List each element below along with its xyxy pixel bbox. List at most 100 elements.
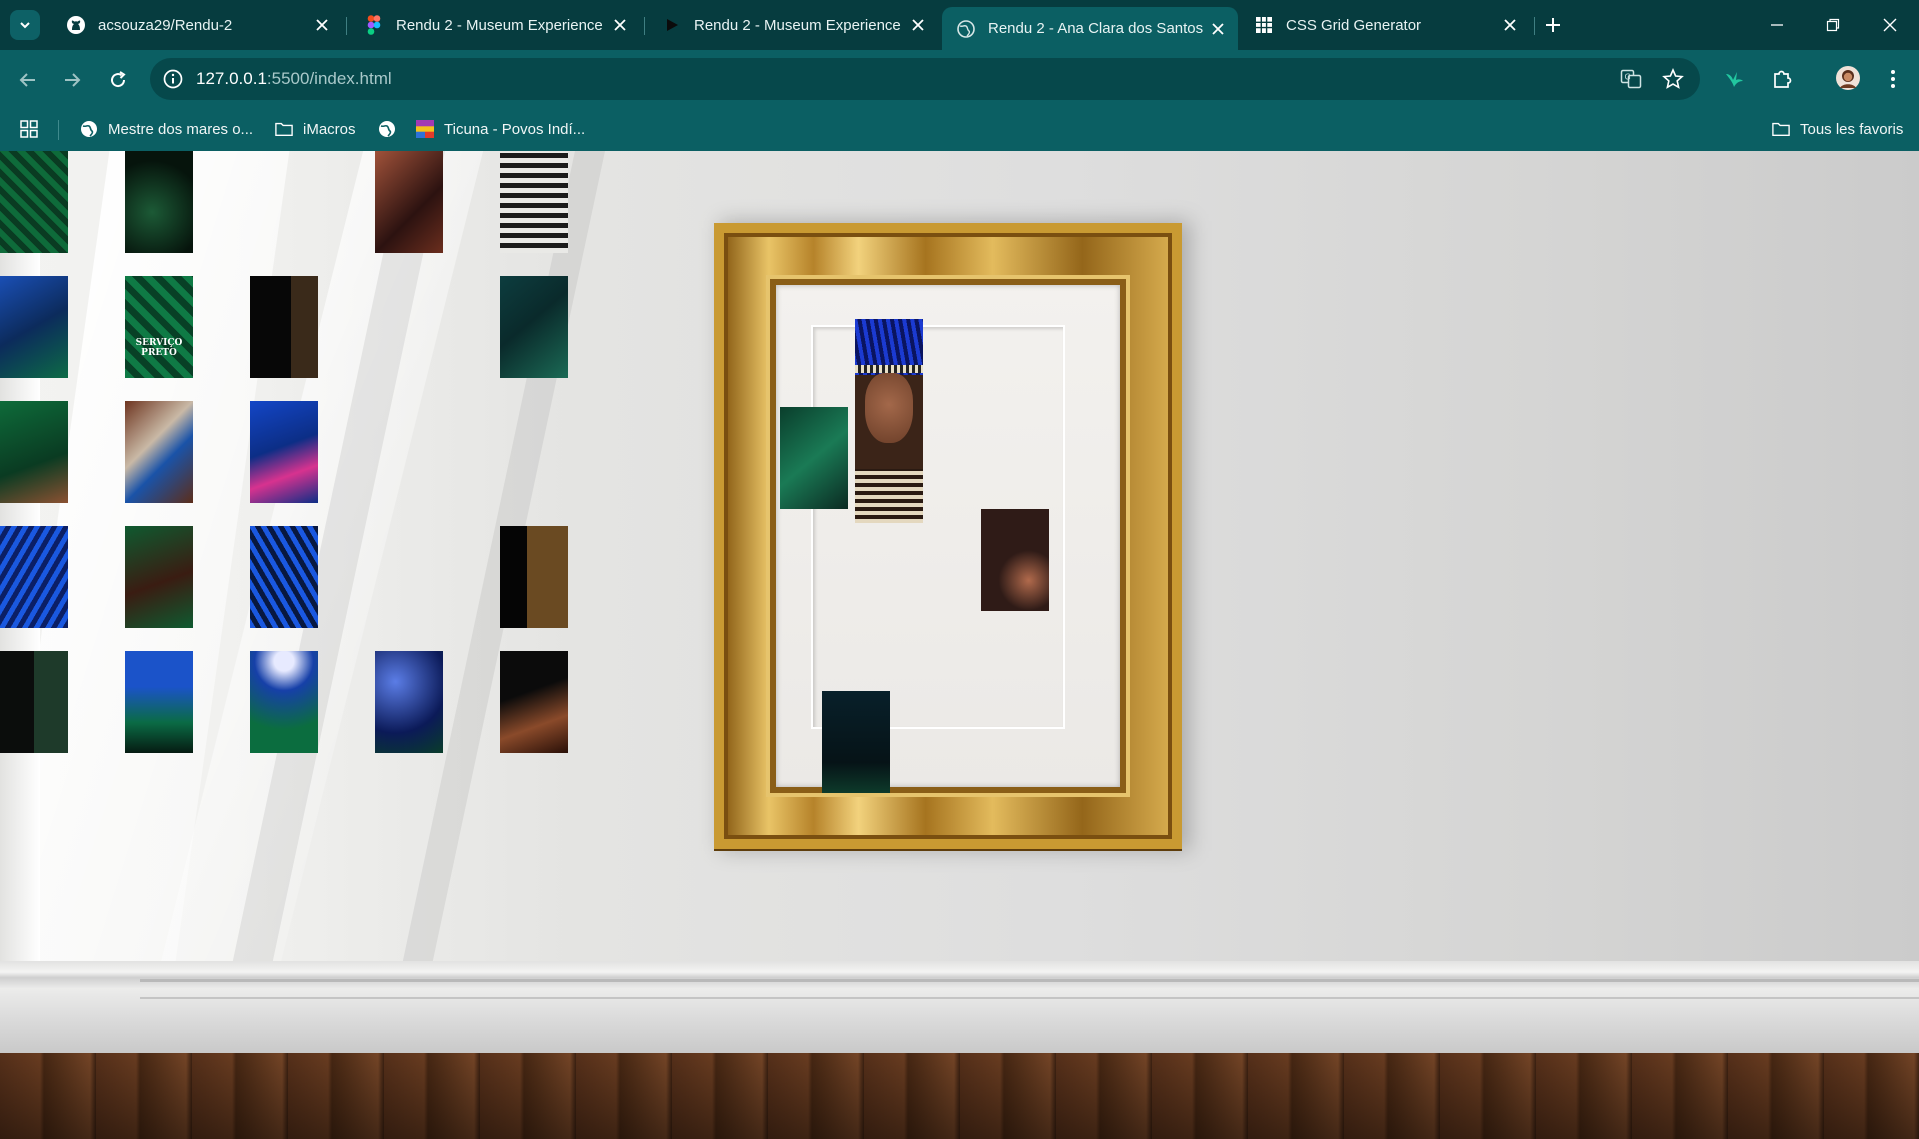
bookmark-label: iMacros xyxy=(303,120,356,138)
tab-strip: acsouza29/Rendu-2 Rendu 2 - Museum Exper… xyxy=(0,0,1919,50)
bookmark-ticuna[interactable]: Ticuna - Povos Indí... xyxy=(416,118,585,140)
close-window-button[interactable] xyxy=(1876,12,1904,38)
folder-icon xyxy=(275,120,293,138)
tab-separator xyxy=(1534,17,1535,35)
gallery-tile[interactable] xyxy=(500,526,568,628)
tab-title: Rendu 2 - Museum Experience xyxy=(396,16,603,34)
globe-icon xyxy=(956,19,976,39)
folder-icon xyxy=(1772,120,1790,138)
svg-text:G: G xyxy=(1625,73,1631,82)
tab-title: CSS Grid Generator xyxy=(1286,16,1422,34)
tab-search-button[interactable] xyxy=(10,10,40,40)
gallery-tile[interactable] xyxy=(0,276,68,378)
close-icon[interactable] xyxy=(1206,17,1230,41)
minimize-icon xyxy=(1771,24,1783,26)
puzzle-icon xyxy=(1774,70,1792,88)
restore-icon xyxy=(1826,18,1840,32)
all-bookmarks-button[interactable]: Tous les favoris xyxy=(1772,118,1903,140)
bookmark-label: Tous les favoris xyxy=(1800,120,1904,138)
framed-photo-dark[interactable] xyxy=(822,691,890,793)
gallery-tile[interactable] xyxy=(250,526,318,628)
tab-figma-prototype[interactable]: Rendu 2 - Museum Experience xyxy=(648,7,938,43)
close-icon xyxy=(1883,18,1897,32)
bookmark-folder-imacros[interactable]: iMacros xyxy=(275,118,356,140)
framed-photo-flowers[interactable] xyxy=(981,509,1049,611)
close-icon[interactable] xyxy=(906,13,930,37)
profile-avatar[interactable] xyxy=(1834,64,1862,92)
frame-mat xyxy=(776,285,1120,793)
url-text[interactable]: 127.0.0.1:5500/index.html xyxy=(196,69,392,89)
tab-title: acsouza29/Rendu-2 xyxy=(98,16,233,34)
gallery-tile[interactable] xyxy=(125,401,193,503)
apps-grid-icon xyxy=(20,120,38,138)
grid-icon xyxy=(1254,15,1274,35)
baseboard-line xyxy=(140,979,1919,982)
gallery-tile[interactable]: SERVIÇO PRETO xyxy=(125,276,193,378)
gallery-tile[interactable] xyxy=(250,276,318,378)
back-button[interactable] xyxy=(14,66,42,94)
globe-icon xyxy=(80,120,98,138)
bookmark-globe[interactable] xyxy=(378,118,406,140)
arrow-left-icon xyxy=(19,73,35,87)
extensions-button[interactable] xyxy=(1768,65,1796,93)
bookmark-mestre-dos-mares[interactable]: Mestre dos mares o... xyxy=(80,118,253,140)
bookmark-label: Mestre dos mares o... xyxy=(108,120,254,138)
minimize-button[interactable] xyxy=(1763,12,1791,38)
framed-photo-leaf[interactable] xyxy=(780,407,848,509)
gallery-tile[interactable] xyxy=(0,151,68,253)
necklace xyxy=(855,469,923,523)
kebab-menu-icon xyxy=(1891,70,1895,88)
floor-shade xyxy=(0,1053,1919,1139)
apps-button[interactable] xyxy=(20,118,48,140)
globe-icon xyxy=(378,120,396,138)
golden-frame xyxy=(714,223,1182,849)
extension-bird-button[interactable] xyxy=(1720,65,1748,93)
tab-figma[interactable]: Rendu 2 - Museum Experience xyxy=(350,7,640,43)
gallery-tile[interactable] xyxy=(0,526,68,628)
bead-band xyxy=(855,365,923,373)
gallery-tile[interactable] xyxy=(375,151,443,253)
forward-button[interactable] xyxy=(58,66,86,94)
site-info-icon[interactable] xyxy=(162,68,184,90)
gallery-tile[interactable] xyxy=(0,651,68,753)
close-icon[interactable] xyxy=(1498,13,1522,37)
new-tab-button[interactable] xyxy=(1540,12,1566,38)
reload-button[interactable] xyxy=(104,66,132,94)
gallery-tile[interactable] xyxy=(0,401,68,503)
tab-active-rendu[interactable]: Rendu 2 - Ana Clara dos Santos xyxy=(942,7,1238,50)
gallery-tile[interactable] xyxy=(125,651,193,753)
url-host: 127.0.0.1 xyxy=(196,69,267,88)
star-icon[interactable] xyxy=(1662,68,1684,90)
museum-page: SERVIÇO PRETO xyxy=(0,151,1919,1139)
bookmarks-bar: Mestre dos mares o... iMacros Ticuna - P… xyxy=(0,108,1919,151)
plus-icon xyxy=(1546,18,1560,32)
avatar-icon xyxy=(1836,66,1860,90)
play-icon xyxy=(662,15,682,35)
address-bar[interactable]: 127.0.0.1:5500/index.html G xyxy=(150,58,1700,100)
close-icon[interactable] xyxy=(608,13,632,37)
close-icon[interactable] xyxy=(310,13,334,37)
gallery-tile[interactable] xyxy=(500,151,568,253)
baseboard-line xyxy=(140,997,1919,999)
tab-separator xyxy=(644,17,645,35)
menu-button[interactable] xyxy=(1879,65,1907,93)
tab-github[interactable]: acsouza29/Rendu-2 xyxy=(52,7,342,43)
tile-label: SERVIÇO PRETO xyxy=(135,338,183,358)
gallery-tile[interactable] xyxy=(125,151,193,253)
gallery-tile[interactable] xyxy=(125,526,193,628)
gallery-tile[interactable] xyxy=(250,401,318,503)
gallery-tile[interactable] xyxy=(375,651,443,753)
framed-photo-portrait[interactable] xyxy=(855,319,923,523)
gallery-tile[interactable] xyxy=(500,276,568,378)
tab-css-grid[interactable]: CSS Grid Generator xyxy=(1240,7,1530,43)
gallery-tile[interactable] xyxy=(250,651,318,753)
face xyxy=(865,373,913,443)
gallery-tile[interactable] xyxy=(500,651,568,753)
tab-separator xyxy=(346,17,347,35)
restore-button[interactable] xyxy=(1819,12,1847,38)
figma-icon xyxy=(364,15,384,35)
url-path: :5500/index.html xyxy=(266,69,392,88)
chevron-down-icon xyxy=(20,22,30,29)
bird-extension-icon xyxy=(1726,72,1743,87)
translate-icon[interactable]: G xyxy=(1620,68,1642,90)
